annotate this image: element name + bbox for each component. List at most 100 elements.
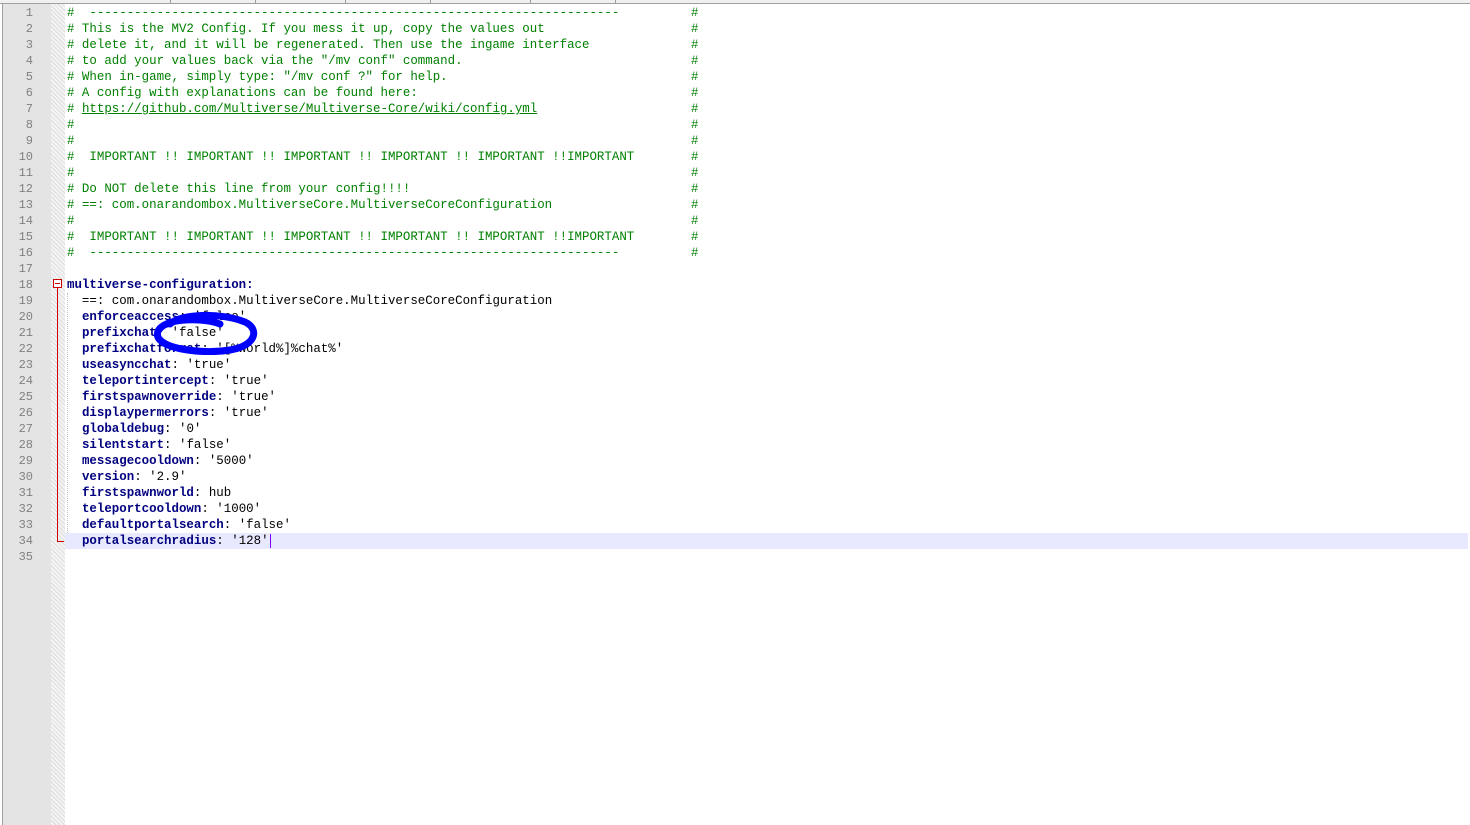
line-number: 21 xyxy=(18,326,33,340)
line-number: 28 xyxy=(18,438,33,452)
config-entry: version: '2.9' xyxy=(67,469,1467,485)
config-separator: : xyxy=(201,342,217,356)
tab-edge-6[interactable] xyxy=(530,0,616,3)
line-number: 18 xyxy=(18,278,33,292)
comment-end-hash: # xyxy=(691,102,699,116)
config-key: firstspawnworld xyxy=(81,486,194,500)
config-key: displaypermerrors xyxy=(81,406,209,420)
code-line: # # xyxy=(67,117,1467,133)
comment-end-hash: # xyxy=(691,22,699,36)
tab-edge-4[interactable] xyxy=(345,0,431,3)
config-separator: : xyxy=(164,438,179,452)
comment-end-hash: # xyxy=(691,214,699,228)
line-number: 13 xyxy=(18,198,33,212)
fold-range-line xyxy=(57,288,58,541)
code-line: # to add your values back via the "/mv c… xyxy=(67,53,1467,69)
comment-end-hash: # xyxy=(691,118,699,132)
code-line: multiverse-configuration: xyxy=(67,277,1467,293)
line-number: 23 xyxy=(18,358,33,372)
line-number: 25 xyxy=(18,390,33,404)
config-entry: enforceaccess: 'false' xyxy=(67,309,1467,325)
config-key: portalsearchradius xyxy=(81,534,217,548)
code-line: # A config with explanations can be foun… xyxy=(67,85,1467,101)
config-entry: prefixchat: 'false' xyxy=(67,325,1467,341)
class-value: com.onarandombox.MultiverseCore.Multiver… xyxy=(111,294,553,308)
config-entry: firstspawnworld: hub xyxy=(67,485,1467,501)
config-entry: teleportintercept: 'true' xyxy=(67,373,1467,389)
config-separator: : xyxy=(134,470,150,484)
config-entry: prefixchatformat: '[%world%]%chat%' xyxy=(67,341,1467,357)
line-number: 14 xyxy=(18,214,33,228)
code-line: # ==: com.onarandombox.MultiverseCore.Mu… xyxy=(67,197,1467,213)
comment-end-hash: # xyxy=(691,198,699,212)
code-line: # --------------------------------------… xyxy=(67,245,1467,261)
line-number: 29 xyxy=(18,454,33,468)
code-line: # When in-game, simply type: "/mv conf ?… xyxy=(67,69,1467,85)
line-numbers: 1 2 3 4 5 6 7 8 9 10 11 12 13 14 15 16 1… xyxy=(3,5,33,565)
config-entry: globaldebug: '0' xyxy=(67,421,1467,437)
code-line: # IMPORTANT !! IMPORTANT !! IMPORTANT !!… xyxy=(67,229,1467,245)
config-value: '5000' xyxy=(208,454,254,468)
code-line: # # xyxy=(67,133,1467,149)
config-key: firstspawnoverride xyxy=(81,390,217,404)
config-value: 'false' xyxy=(238,518,291,532)
comment-end-hash: # xyxy=(691,38,699,52)
config-separator: : xyxy=(223,518,239,532)
line-number: 15 xyxy=(18,230,33,244)
comment-text: # When in-game, simply type: "/mv conf ?… xyxy=(67,70,448,84)
text-caret xyxy=(269,533,271,548)
line-number: 33 xyxy=(18,518,33,532)
config-value: 'true' xyxy=(186,358,232,372)
config-separator: : xyxy=(178,310,194,324)
comment-end-hash: # xyxy=(691,150,699,164)
config-entry: teleportcooldown: '1000' xyxy=(67,501,1467,517)
code-content[interactable]: # --------------------------------------… xyxy=(65,5,1468,565)
line-number: 35 xyxy=(18,550,33,564)
config-key: globaldebug xyxy=(81,422,165,436)
config-value: '128' xyxy=(231,534,269,548)
config-key: silentstart xyxy=(81,438,165,452)
code-line: # # xyxy=(67,213,1467,229)
class-indicator: ==: xyxy=(67,294,112,308)
tab-edge-2[interactable] xyxy=(170,0,256,3)
tab-edge-5[interactable] xyxy=(430,0,531,3)
config-key: prefixchatformat xyxy=(81,342,202,356)
config-key: version xyxy=(81,470,135,484)
config-value: 'true' xyxy=(223,374,269,388)
tab-edge-3[interactable] xyxy=(255,0,346,3)
config-value: '1000' xyxy=(216,502,262,516)
current-line[interactable]: portalsearchradius: '128' xyxy=(65,533,1468,549)
comment-end-hash: # xyxy=(691,246,699,260)
config-separator: : xyxy=(201,502,217,516)
config-entry: defaultportalsearch: 'false' xyxy=(67,517,1467,533)
config-separator: : xyxy=(164,422,179,436)
comment-text: # This is the MV2 Config. If you mess it… xyxy=(67,22,545,36)
line-number: 11 xyxy=(18,166,33,180)
config-key: teleportintercept xyxy=(81,374,209,388)
config-entry: firstspawnoverride: 'true' xyxy=(67,389,1467,405)
fold-collapse-icon[interactable] xyxy=(53,279,62,288)
line-number: 27 xyxy=(18,422,33,436)
code-line: # This is the MV2 Config. If you mess it… xyxy=(67,21,1467,37)
config-key: messagecooldown xyxy=(81,454,194,468)
line-number: 32 xyxy=(18,502,33,516)
line-number: 16 xyxy=(18,246,33,260)
fold-range-end xyxy=(57,541,64,542)
config-wiki-link[interactable]: https://github.com/Multiverse/Multiverse… xyxy=(82,102,537,116)
config-separator: : xyxy=(171,358,187,372)
config-key: defaultportalsearch xyxy=(81,518,224,532)
config-entry: displaypermerrors: 'true' xyxy=(67,405,1467,421)
comment-text: # xyxy=(67,118,75,132)
comment-end-hash: # xyxy=(691,166,699,180)
comment-end-hash: # xyxy=(691,230,699,244)
tab-edge-1[interactable] xyxy=(0,0,171,3)
config-key: teleportcooldown xyxy=(81,502,202,516)
comment-end-hash: # xyxy=(691,182,699,196)
comment-end-hash: # xyxy=(691,6,699,20)
config-key: useasyncchat xyxy=(81,358,172,372)
fold-margin[interactable] xyxy=(51,4,65,825)
config-key: prefixchat xyxy=(81,326,157,340)
comment-end-hash: # xyxy=(691,134,699,148)
code-line: # --------------------------------------… xyxy=(67,5,1467,21)
line-number: 4 xyxy=(25,54,33,68)
